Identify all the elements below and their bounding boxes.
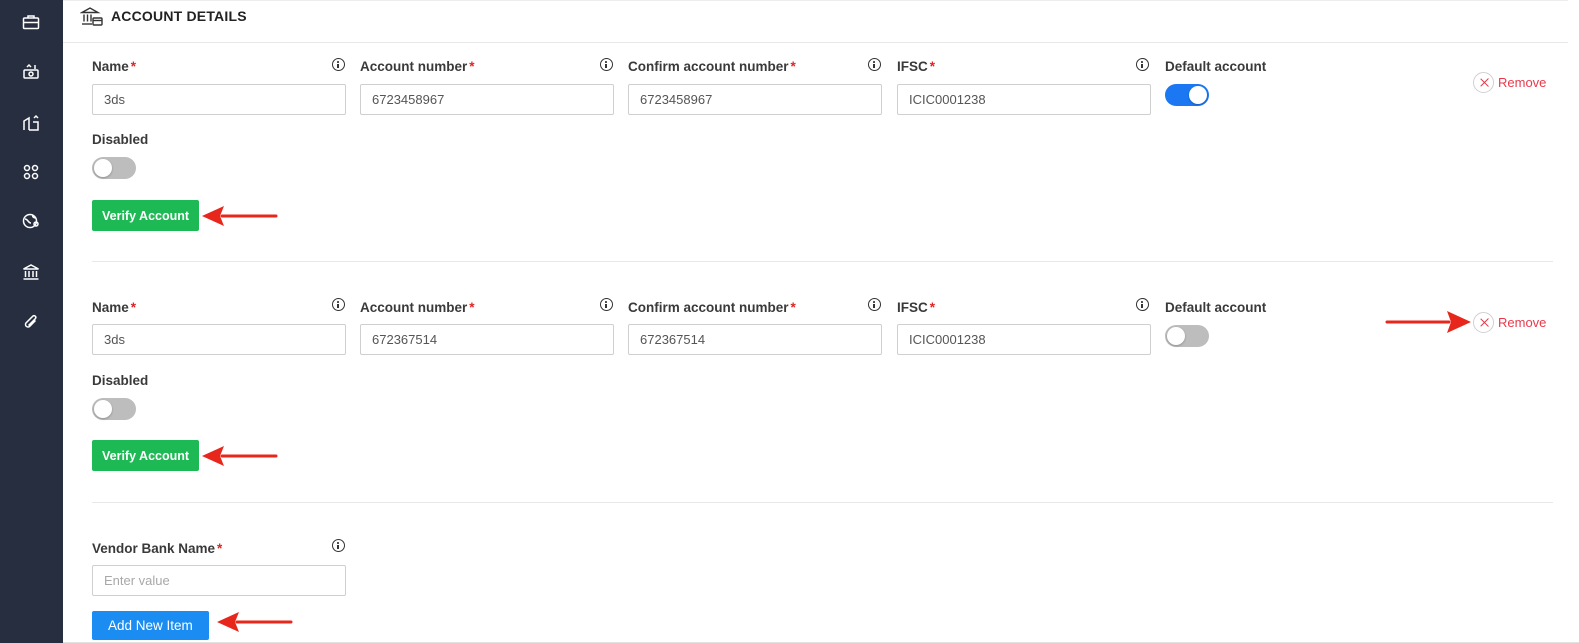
close-icon	[1473, 71, 1494, 93]
info-icon[interactable]	[868, 58, 881, 71]
info-icon[interactable]	[600, 58, 613, 71]
remove-label: Remove	[1498, 314, 1547, 330]
sidebar	[0, 0, 63, 643]
account-number-input[interactable]	[360, 84, 614, 115]
divider	[92, 261, 1553, 262]
toggle-knob	[94, 400, 112, 418]
default-account-toggle[interactable]	[1165, 84, 1209, 106]
remove-label: Remove	[1498, 74, 1547, 90]
divider	[92, 502, 1553, 503]
confirm-account-number-input[interactable]	[628, 84, 882, 115]
bank-card-icon	[79, 5, 104, 29]
default-account-label: Default account	[1165, 300, 1267, 315]
disabled-label: Disabled	[92, 373, 149, 388]
ifsc-input[interactable]	[897, 84, 1151, 115]
toggle-knob	[94, 159, 112, 177]
verify-account-button[interactable]: Verify Account	[92, 440, 200, 471]
briefcase-icon[interactable]	[21, 12, 41, 32]
ifsc-input[interactable]	[897, 324, 1151, 355]
building-chart-icon[interactable]	[21, 113, 41, 133]
name-label: Name *	[92, 300, 137, 315]
paperclip-icon[interactable]	[21, 312, 41, 332]
info-icon[interactable]	[332, 298, 345, 311]
main-content: ACCOUNT DETAILS Name* Account number* Co…	[63, 0, 1579, 643]
toggle-knob	[1167, 327, 1185, 345]
name-label: Name *	[92, 59, 137, 74]
bank-icon[interactable]	[21, 262, 41, 282]
info-icon[interactable]	[868, 298, 881, 311]
disabled-toggle[interactable]	[92, 157, 136, 179]
account-number-label: Account number *	[360, 300, 475, 315]
vendor-bank-name-label: Vendor Bank Name *	[92, 541, 223, 556]
section-header: ACCOUNT DETAILS	[63, 0, 1568, 43]
default-account-toggle[interactable]	[1165, 325, 1209, 347]
ifsc-label: IFSC *	[897, 300, 936, 315]
info-icon[interactable]	[600, 298, 613, 311]
confirm-account-number-label: Confirm account number *	[628, 59, 796, 74]
info-icon[interactable]	[332, 539, 345, 552]
info-icon[interactable]	[1136, 298, 1149, 311]
vendor-bank-name-input[interactable]	[92, 565, 346, 596]
add-new-item-button[interactable]: Add New Item	[92, 611, 209, 640]
name-input[interactable]	[92, 324, 346, 355]
grid-apps-icon[interactable]	[21, 162, 41, 182]
verify-account-button[interactable]: Verify Account	[92, 200, 200, 231]
name-input[interactable]	[92, 84, 346, 115]
close-icon	[1473, 311, 1494, 333]
remove-button[interactable]: Remove	[1473, 311, 1546, 333]
account-number-label: Account number *	[360, 59, 475, 74]
annotation-arrow-left-icon	[202, 206, 278, 226]
toggle-knob	[1189, 86, 1207, 104]
account-number-input[interactable]	[360, 324, 614, 355]
money-flow-icon[interactable]	[21, 62, 41, 82]
confirm-account-number-label: Confirm account number *	[628, 300, 796, 315]
annotation-arrow-left-icon	[217, 612, 293, 632]
default-account-label: Default account	[1165, 59, 1267, 74]
disabled-toggle[interactable]	[92, 398, 136, 420]
annotation-arrow-left-icon	[202, 446, 278, 466]
globe-pin-icon[interactable]	[21, 211, 41, 231]
annotation-arrow-right-icon	[1385, 311, 1471, 333]
remove-button[interactable]: Remove	[1473, 71, 1546, 93]
info-icon[interactable]	[1136, 58, 1149, 71]
confirm-account-number-input[interactable]	[628, 324, 882, 355]
info-icon[interactable]	[332, 58, 345, 71]
section-title: ACCOUNT DETAILS	[111, 8, 247, 24]
ifsc-label: IFSC *	[897, 59, 936, 74]
disabled-label: Disabled	[92, 132, 149, 147]
